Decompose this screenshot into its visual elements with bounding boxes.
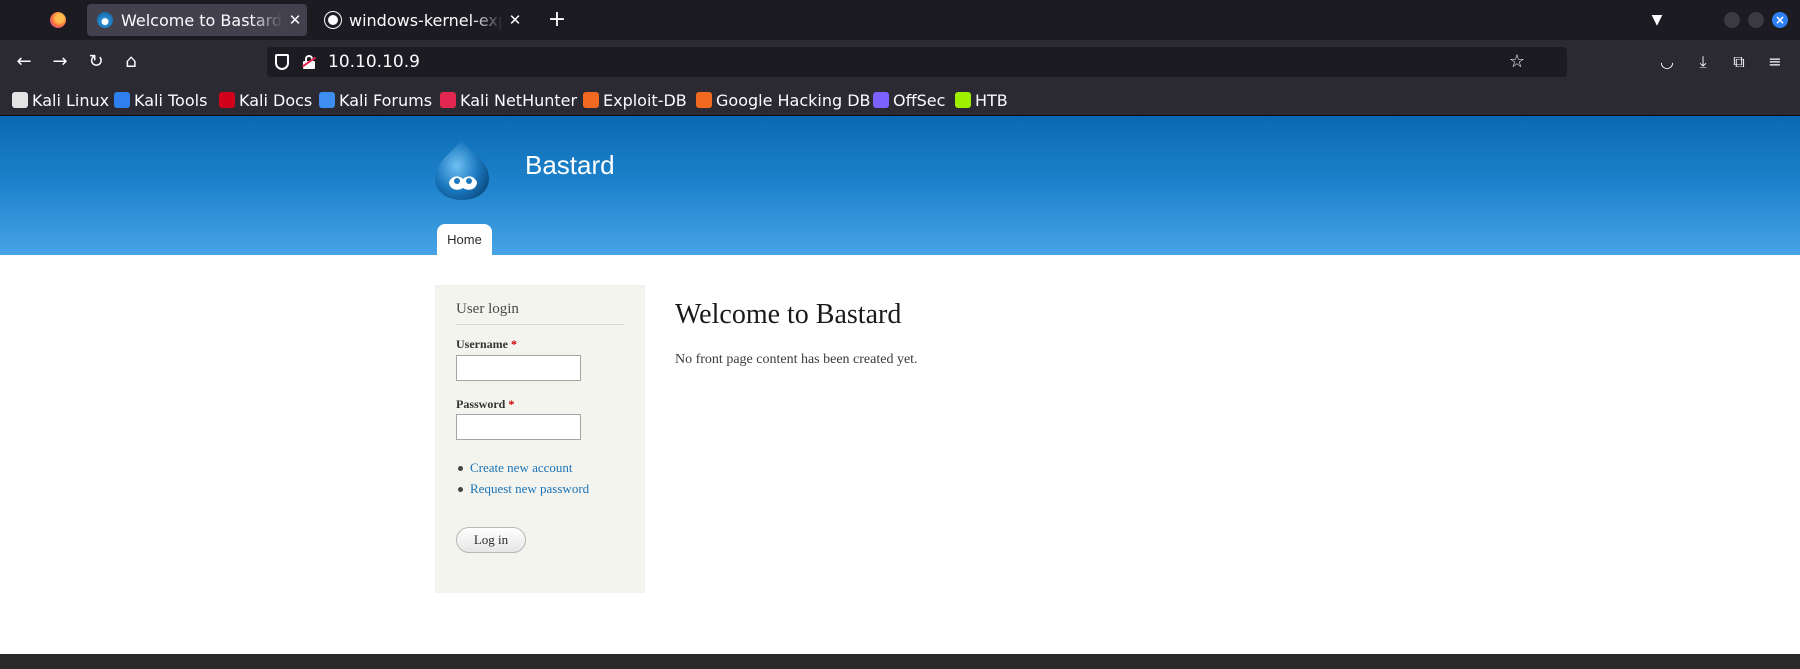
kali-forums-icon: [319, 92, 335, 108]
create-new-account-link[interactable]: Create new account: [458, 460, 589, 481]
bookmark-kali-nethunter[interactable]: Kali NetHunter: [440, 89, 577, 111]
tab-windows-kernel-exploits[interactable]: windows-kernel-exploits ✕: [315, 4, 527, 36]
offsec-icon: [873, 92, 889, 108]
bookmark-label: Exploit-DB: [603, 90, 687, 110]
bookmark-label: OffSec: [893, 90, 946, 110]
github-icon: [325, 12, 341, 28]
bookmark-label: Kali NetHunter: [460, 90, 578, 110]
bookmark-star-icon[interactable]: ☆: [1505, 50, 1529, 74]
tab-close-icon[interactable]: ✕: [283, 11, 307, 29]
password-label-text: Password: [456, 397, 506, 411]
window-close-button[interactable]: ×: [1772, 12, 1788, 28]
site-name[interactable]: Bastard: [525, 150, 615, 181]
block-title: User login: [456, 301, 624, 325]
reload-icon[interactable]: ↻: [82, 48, 110, 76]
front-page-message: No front page content has been created y…: [675, 352, 918, 367]
bookmark-label: Kali Linux: [32, 90, 110, 110]
site-header: [0, 116, 1800, 255]
page-footer: [0, 654, 1800, 669]
firefox-icon[interactable]: [50, 12, 66, 28]
kali-docs-icon: [219, 92, 235, 108]
browser-tab-strip: Welcome to Bastard | Bastard ✕ windows-k…: [0, 0, 1800, 40]
bookmark-kali-docs[interactable]: Kali Docs: [219, 89, 312, 111]
username-input[interactable]: [456, 355, 581, 381]
drupal-icon: [97, 12, 113, 28]
tracking-protection-shield-icon[interactable]: [275, 54, 289, 70]
bookmark-offsec[interactable]: OffSec: [873, 89, 945, 111]
bookmark-htb[interactable]: HTB: [955, 89, 1008, 111]
extensions-puzzle-icon[interactable]: ⧉: [1727, 50, 1751, 74]
pocket-icon[interactable]: ◡: [1655, 50, 1679, 74]
required-marker: *: [508, 397, 515, 411]
htb-icon: [955, 92, 971, 108]
bookmark-label: Kali Docs: [239, 90, 313, 110]
kali-tools-icon: [114, 92, 130, 108]
password-label: Password *: [456, 397, 514, 412]
back-arrow-icon[interactable]: ←: [10, 48, 38, 76]
bookmark-kali-linux[interactable]: Kali Linux: [12, 89, 109, 111]
password-input[interactable]: [456, 414, 581, 440]
bookmark-label: Kali Forums: [339, 90, 433, 110]
new-tab-button[interactable]: +: [543, 6, 571, 34]
tab-close-icon[interactable]: ✕: [503, 11, 527, 29]
nethunter-icon: [440, 92, 456, 108]
bookmark-label: Kali Tools: [134, 90, 208, 110]
url-text[interactable]: 10.10.10.9: [328, 52, 420, 72]
url-bar[interactable]: [267, 47, 1567, 77]
kali-icon: [12, 92, 28, 108]
window-minimize-button[interactable]: [1724, 12, 1740, 28]
username-label: Username *: [456, 337, 517, 352]
bookmarks-toolbar: Kali Linux Kali Tools Kali Docs Kali For…: [0, 84, 1800, 116]
required-marker: *: [510, 337, 517, 351]
hamburger-menu-icon[interactable]: ≡: [1763, 50, 1787, 74]
exploitdb-icon: [583, 92, 599, 108]
tab-welcome-to-bastard[interactable]: Welcome to Bastard | Bastard ✕: [87, 4, 307, 36]
list-all-tabs-chevron-down-icon[interactable]: ▼: [1645, 6, 1669, 34]
bookmark-label: Google Hacking DB: [716, 90, 871, 110]
request-new-password-link[interactable]: Request new password: [458, 481, 589, 502]
log-in-button[interactable]: Log in: [456, 527, 526, 553]
bookmark-exploit-db[interactable]: Exploit-DB: [583, 89, 687, 111]
tab-title: Welcome to Bastard | Bastard: [121, 10, 283, 30]
username-label-text: Username: [456, 337, 508, 351]
login-links-list: Create new account Request new password: [458, 460, 589, 502]
page-title: Welcome to Bastard: [675, 299, 902, 330]
bookmark-label: HTB: [975, 90, 1008, 110]
home-icon[interactable]: ⌂: [117, 48, 145, 76]
forward-arrow-icon[interactable]: →: [46, 48, 74, 76]
insecure-lock-icon[interactable]: [301, 55, 317, 69]
window-maximize-button[interactable]: [1748, 12, 1764, 28]
tab-title: windows-kernel-exploits: [349, 10, 503, 30]
downloads-icon[interactable]: ⤓: [1691, 50, 1715, 74]
primary-nav-home[interactable]: Home: [437, 224, 492, 255]
bookmark-kali-tools[interactable]: Kali Tools: [114, 89, 207, 111]
bookmark-kali-forums[interactable]: Kali Forums: [319, 89, 432, 111]
drupal-logo-icon[interactable]: [433, 136, 491, 202]
ghdb-icon: [696, 92, 712, 108]
bookmark-google-hacking-db[interactable]: Google Hacking DB: [696, 89, 871, 111]
